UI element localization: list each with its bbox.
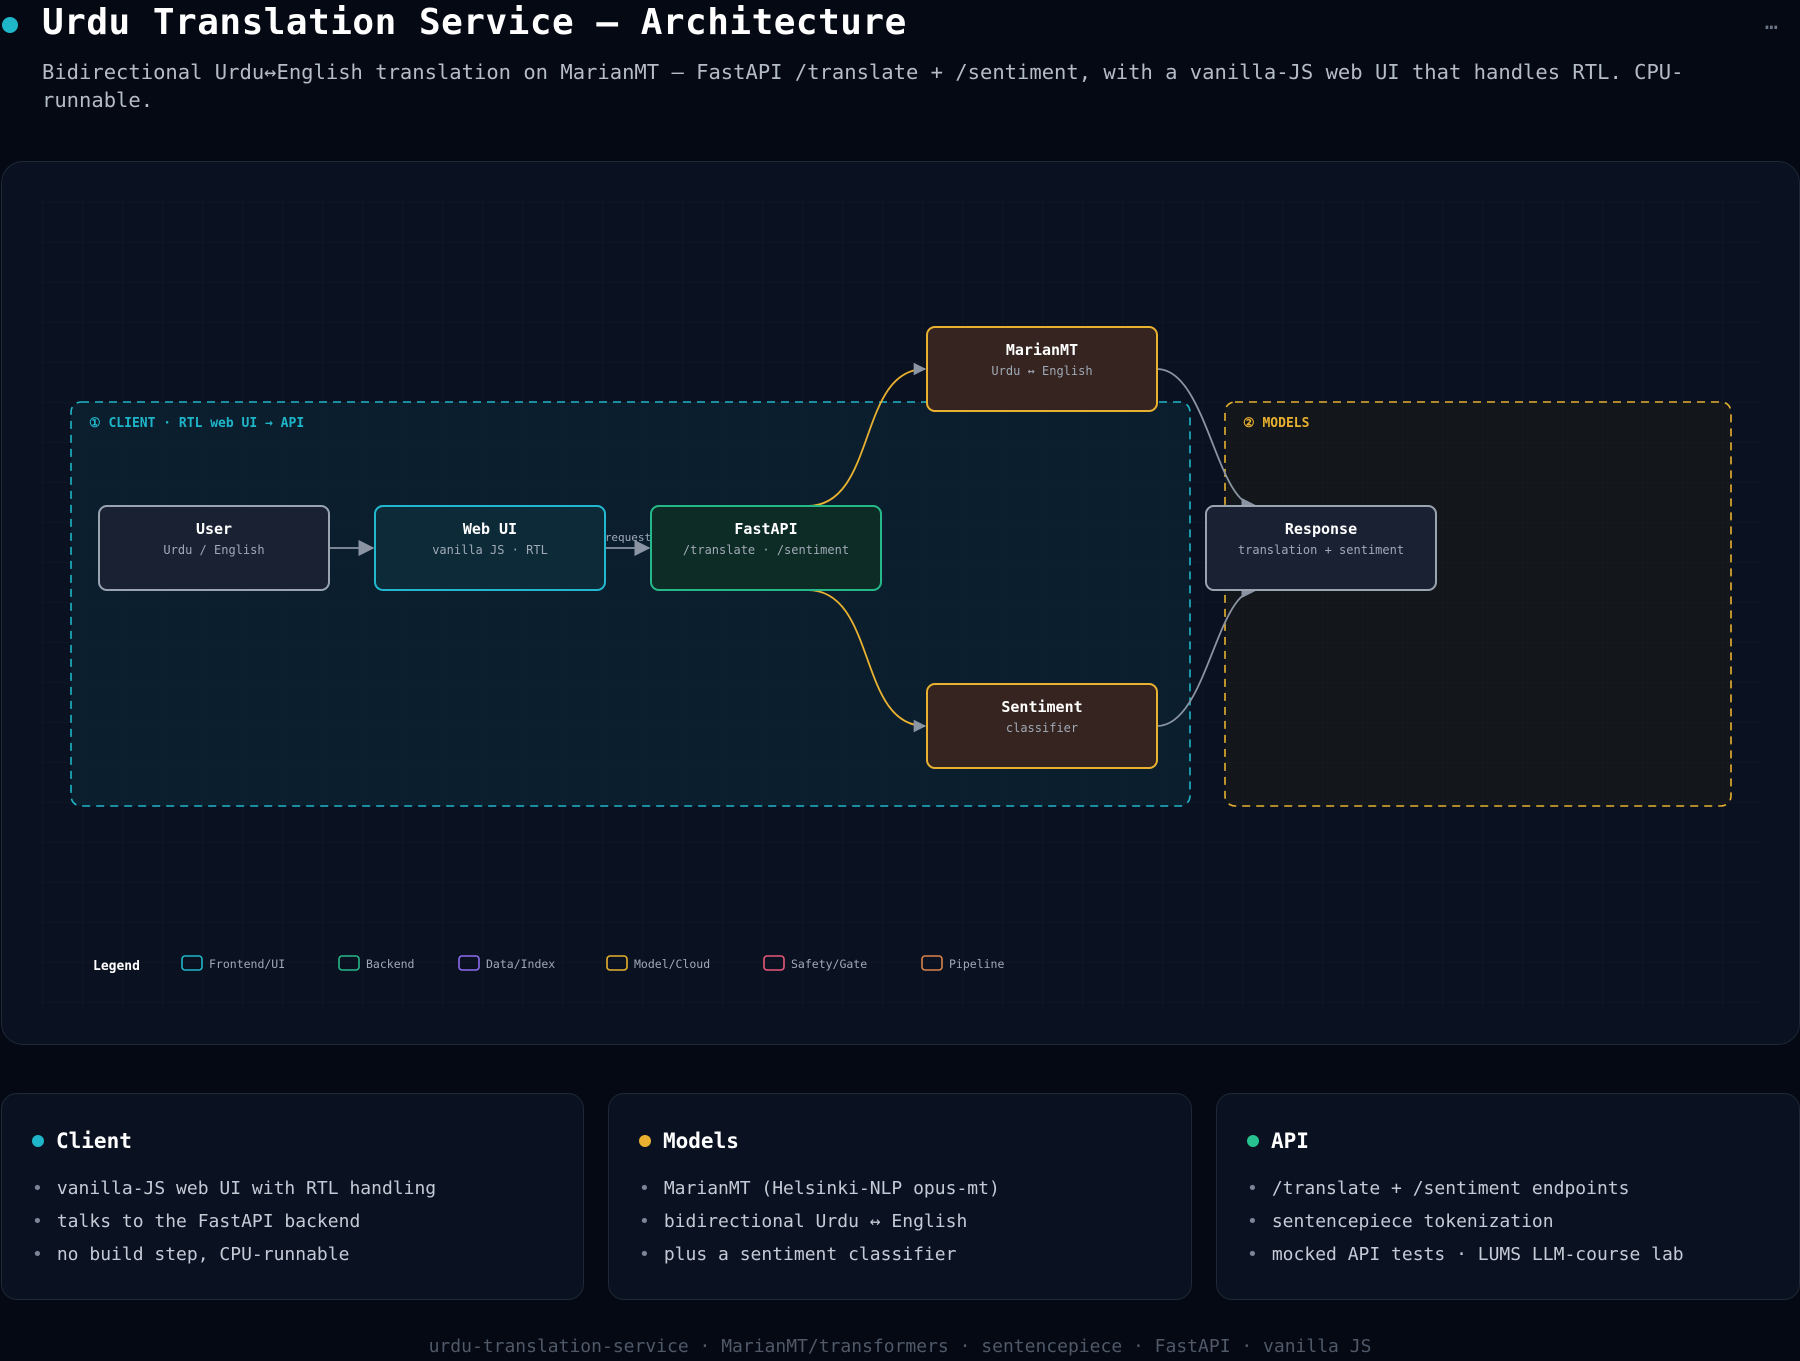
list-item: no build step, CPU-runnable [32, 1238, 583, 1271]
list-item: /translate + /sentiment endpoints [1247, 1172, 1799, 1205]
edge-label-webui-fastapi: request [605, 531, 651, 544]
node-fastapi-title: FastAPI [734, 520, 797, 538]
architecture-diagram-panel: ① CLIENT · RTL web UI → API ② MODELS requ… [1, 161, 1800, 1045]
header-status-dot [2, 17, 18, 33]
card-models-list: MarianMT (Helsinki-NLP opus-mt) bidirect… [639, 1172, 1191, 1271]
card-client: Client vanilla-JS web UI with RTL handli… [1, 1093, 584, 1300]
list-item: vanilla-JS web UI with RTL handling [32, 1172, 583, 1205]
card-client-dot [32, 1135, 44, 1147]
node-webui[interactable]: Web UI vanilla JS · RTL [374, 505, 606, 591]
node-fastapi[interactable]: FastAPI/translate · /sentiment [650, 505, 882, 591]
node-response-subtitle: translation + sentiment [1238, 543, 1404, 557]
node-sentiment-subtitle: classifier [1006, 721, 1078, 735]
footer-tech-stack: urdu-translation-service · MarianMT/tran… [428, 1336, 1372, 1357]
node-fastapi-subtitle: /translate · /sentiment [683, 543, 849, 557]
legend-item-label: Data/Index [486, 957, 555, 971]
card-api: API /translate + /sentiment endpoints se… [1216, 1093, 1800, 1300]
page-title: Urdu Translation Service — Architecture [42, 2, 907, 43]
node-user-title: User [196, 520, 232, 538]
legend-title: Legend [93, 959, 140, 974]
group-client-label: ① CLIENT · RTL web UI → API [89, 416, 304, 431]
legend-item-label: Frontend/UI [209, 957, 285, 971]
node-marianmt[interactable]: MarianMT Urdu ↔ English [926, 326, 1158, 412]
card-api-dot [1247, 1135, 1259, 1147]
list-item: talks to the FastAPI backend [32, 1205, 583, 1238]
group-models [1224, 401, 1732, 807]
node-marianmt-title: MarianMT [1006, 341, 1078, 359]
list-item: MarianMT (Helsinki-NLP opus-mt) [639, 1172, 1191, 1205]
list-item: sentencepiece tokenization [1247, 1205, 1799, 1238]
node-sentiment-title: Sentiment [1001, 698, 1082, 716]
card-models-title: Models [663, 1129, 739, 1153]
card-api-title: API [1271, 1129, 1309, 1153]
list-item: plus a sentiment classifier [639, 1238, 1191, 1271]
node-response[interactable]: Response translation + sentiment [1205, 505, 1437, 591]
card-models-dot [639, 1135, 651, 1147]
node-response-title: Response [1285, 520, 1357, 538]
group-models-label: ② MODELS [1243, 416, 1310, 431]
more-options-icon[interactable]: … [1765, 10, 1780, 35]
page-subtitle: Bidirectional Urdu↔English translation o… [42, 60, 1684, 112]
card-api-list: /translate + /sentiment endpoints senten… [1247, 1172, 1799, 1271]
list-item: mocked API tests · LUMS LLM-course lab [1247, 1238, 1799, 1271]
node-sentiment[interactable]: Sentiment classifier [926, 683, 1158, 769]
summary-cards: Client vanilla-JS web UI with RTL handli… [1, 1093, 1800, 1300]
legend-item-label: Safety/Gate [791, 957, 867, 971]
legend-item-label: Backend [366, 957, 414, 971]
node-webui-title: Web UI [463, 520, 517, 538]
node-user[interactable]: User Urdu / English [98, 505, 330, 591]
node-user-subtitle: Urdu / English [163, 543, 264, 557]
architecture-diagram: ① CLIENT · RTL web UI → API ② MODELS requ… [38, 198, 1762, 1010]
legend-item-label: Pipeline [949, 957, 1004, 971]
card-client-list: vanilla-JS web UI with RTL handling talk… [32, 1172, 583, 1271]
list-item: bidirectional Urdu ↔ English [639, 1205, 1191, 1238]
legend-item-label: Model/Cloud [634, 957, 710, 971]
card-models: Models MarianMT (Helsinki-NLP opus-mt) b… [608, 1093, 1192, 1300]
card-client-title: Client [56, 1129, 132, 1153]
node-marianmt-subtitle: Urdu ↔ English [991, 364, 1092, 378]
node-webui-subtitle: vanilla JS · RTL [432, 543, 548, 557]
